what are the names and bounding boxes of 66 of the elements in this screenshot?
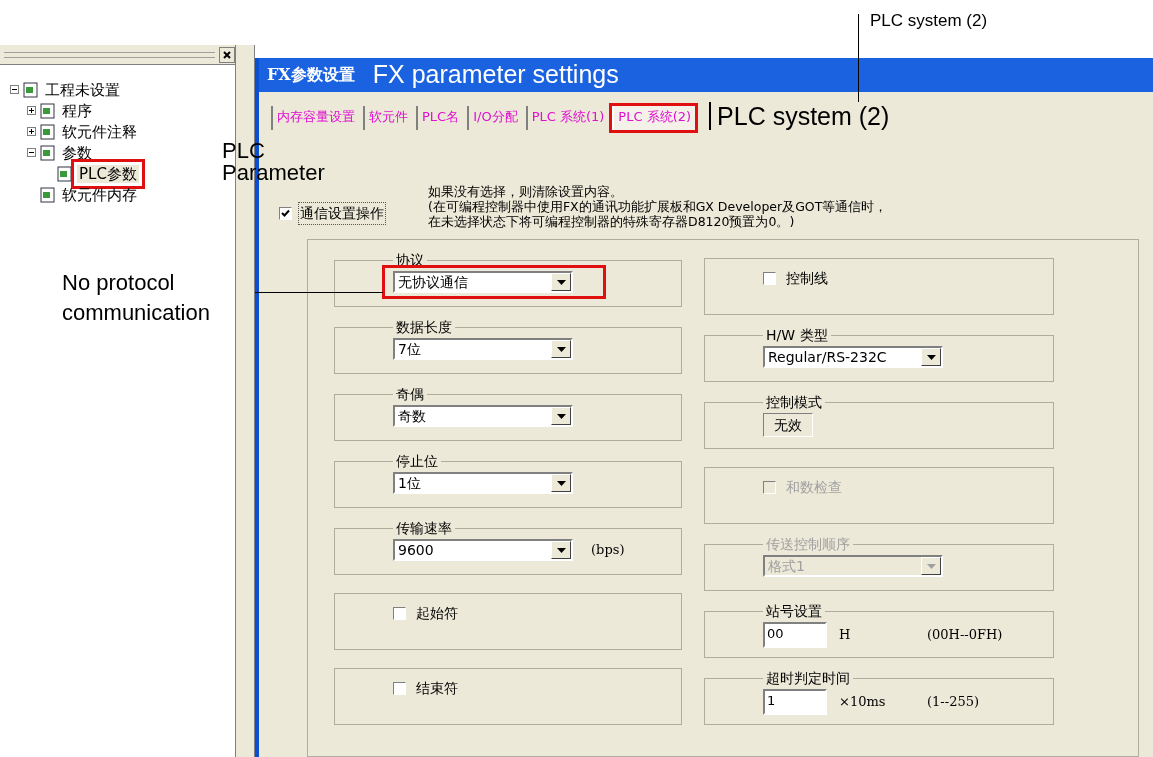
group-label: 数据长度 (395, 318, 453, 337)
tree-item[interactable]: 参数 (60, 143, 94, 162)
title-annotation: FX parameter settings (372, 59, 619, 91)
expand-icon[interactable] (27, 106, 36, 115)
collapse-icon[interactable] (10, 85, 19, 94)
caret-icon (926, 354, 936, 360)
input-field[interactable]: 1 (763, 689, 827, 715)
status-field: 无效 (763, 413, 813, 437)
close-button[interactable] (219, 46, 235, 63)
unit-label: H (839, 626, 852, 645)
tree-item[interactable]: 工程未设置 (43, 80, 122, 99)
tree-item[interactable]: 软元件内存 (60, 185, 139, 204)
callout-text: No protocol communication (62, 269, 211, 327)
group-label: 传输速率 (395, 519, 453, 538)
checkbox-label: 结束符 (416, 678, 458, 698)
note-text: 如果没有选择，则清除设置内容。 (428, 184, 624, 199)
range-label: (1--255) (927, 693, 979, 712)
check-icon (281, 209, 290, 218)
checkbox[interactable] (393, 606, 406, 620)
checkbox-label: 和数检查 (786, 477, 842, 497)
caret-icon (556, 547, 566, 553)
tree-item[interactable]: 程序 (60, 101, 94, 120)
group-label: H/W 类型 (765, 326, 829, 345)
note-text: (在可编程控制器中使用FX的通讯功能扩展板和GX Developer及GOT等通信时， (428, 199, 888, 214)
checkbox-label: 起始符 (416, 603, 458, 623)
document-icon (40, 123, 56, 140)
tab-annotation: PLC system (2) (709, 102, 890, 130)
dropdown[interactable]: 9600 (393, 539, 573, 561)
document-icon (40, 102, 56, 119)
caret-icon (556, 413, 566, 419)
group-label: 控制模式 (765, 393, 823, 412)
close-icon (223, 50, 231, 59)
caret-icon (556, 279, 566, 285)
group-label: 传送控制顺序 (765, 535, 851, 554)
window-title: FX参数设置 (267, 64, 355, 86)
dropdown[interactable]: Regular/RS-232C (763, 346, 943, 368)
dropdown[interactable]: 无协议通信 (393, 271, 573, 293)
document-icon (57, 165, 73, 182)
checkbox-label: 控制线 (786, 268, 828, 288)
caret-icon (556, 480, 566, 486)
checkbox[interactable] (763, 271, 776, 285)
tab[interactable]: PLC 系统(2) (612, 106, 696, 130)
tree-item[interactable]: 软元件注释 (60, 122, 139, 141)
range-label: (00H--0FH) (927, 626, 1003, 645)
group-label: 奇偶 (395, 385, 425, 404)
collapse-icon[interactable] (27, 148, 36, 157)
group-label: 超时判定时间 (765, 669, 851, 688)
dropdown[interactable]: 7位 (393, 338, 573, 360)
expand-icon[interactable] (27, 127, 36, 136)
callout-text: PLC system (2) (870, 10, 988, 32)
caret-icon (556, 346, 566, 352)
input-field[interactable]: 00 (763, 622, 827, 648)
dropdown[interactable]: 奇数 (393, 405, 573, 427)
group-label: 停止位 (395, 452, 439, 471)
unit-label: (bps) (591, 541, 625, 560)
document-icon (40, 144, 56, 161)
checkbox-label: 通信设置操作 (298, 202, 386, 225)
checkbox[interactable] (393, 681, 406, 695)
unit-label: ×10ms (839, 693, 887, 712)
group-label: 站号设置 (765, 602, 823, 621)
document-icon (23, 81, 39, 98)
caret-icon (926, 563, 936, 569)
checkbox[interactable] (279, 207, 292, 220)
dropdown[interactable]: 1位 (393, 472, 573, 494)
note-text: 在未选择状态下将可编程控制器的特殊寄存器D8120预置为0。) (428, 214, 796, 229)
document-icon (40, 186, 56, 203)
